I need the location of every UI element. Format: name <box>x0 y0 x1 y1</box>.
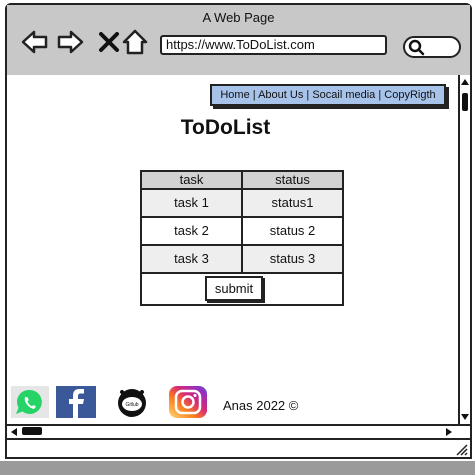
copyright-text: Anas 2022 © <box>223 398 299 413</box>
instagram-icon[interactable] <box>168 386 208 418</box>
submit-row: submit <box>142 272 342 304</box>
browser-window: A Web Page https://www.ToDoList.com Home… <box>5 3 472 459</box>
status-bar <box>7 438 470 457</box>
status-cell: status 3 <box>241 246 342 272</box>
window-title: A Web Page <box>202 10 275 25</box>
address-bar[interactable]: https://www.ToDoList.com <box>160 35 387 55</box>
vertical-scroll-thumb[interactable] <box>462 93 468 111</box>
horizontal-scroll-thumb[interactable] <box>22 427 42 435</box>
scroll-down-icon[interactable] <box>460 412 470 422</box>
github-icon[interactable]: Gitlub <box>113 386 151 418</box>
back-arrow-icon[interactable] <box>20 27 50 57</box>
horizontal-scrollbar[interactable] <box>7 424 470 438</box>
nav-item-home[interactable]: Home <box>220 89 249 101</box>
table-header-row: task status <box>142 172 342 188</box>
title-bar: A Web Page https://www.ToDoList.com <box>7 5 470 77</box>
todo-table: task status task 1 status1 task 2 status… <box>140 170 344 306</box>
task-cell: task 2 <box>174 223 209 238</box>
scroll-right-icon[interactable] <box>444 427 454 437</box>
status-cell: status 2 <box>241 218 342 244</box>
vertical-scrollbar[interactable] <box>458 75 470 424</box>
task-cell: task 1 <box>174 195 209 210</box>
nav-item-social-media[interactable]: Socail media <box>312 89 375 101</box>
submit-button[interactable]: submit <box>205 276 263 301</box>
facebook-icon[interactable] <box>56 386 96 418</box>
scroll-left-icon[interactable] <box>9 427 19 437</box>
nav-separator: | <box>375 89 385 101</box>
column-header-task: task <box>179 172 204 187</box>
nav-separator: | <box>303 89 313 101</box>
svg-text:Gitlub: Gitlub <box>125 402 138 408</box>
nav-bar: Home | About Us | Socail media | CopyRig… <box>210 84 446 106</box>
nav-item-about-us[interactable]: About Us <box>258 89 303 101</box>
table-row: task 2 status 2 <box>142 216 342 244</box>
desktop-background <box>0 461 475 475</box>
table-row: task 1 status1 <box>142 188 342 216</box>
whatsapp-icon[interactable] <box>11 386 49 418</box>
status-cell: status1 <box>241 190 342 216</box>
table-row: task 3 status 3 <box>142 244 342 272</box>
scroll-up-icon[interactable] <box>460 77 470 87</box>
page-title: ToDoList <box>180 116 271 139</box>
column-header-status: status <box>241 172 342 188</box>
home-icon[interactable] <box>120 27 150 57</box>
forward-arrow-icon[interactable] <box>55 27 85 57</box>
nav-item-copyright[interactable]: CopyRigth <box>384 89 435 101</box>
resize-grip-icon[interactable] <box>454 442 468 456</box>
nav-separator: | <box>249 89 259 101</box>
url-text: https://www.ToDoList.com <box>166 37 315 52</box>
search-field[interactable] <box>403 36 461 58</box>
task-cell: task 3 <box>174 251 209 266</box>
page-content: Home | About Us | Socail media | CopyRig… <box>7 75 458 424</box>
